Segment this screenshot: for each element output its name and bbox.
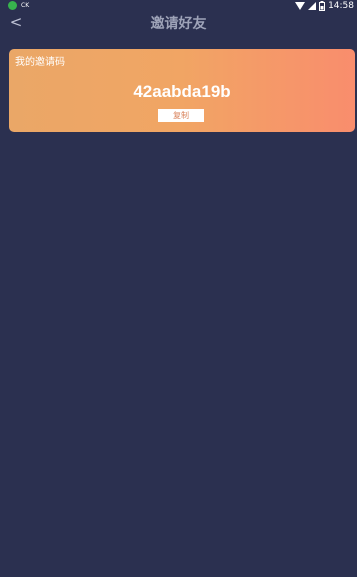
invite-code-card: 我的邀请码 42aabda19b 复制 [9, 49, 355, 132]
wifi-icon [295, 2, 306, 10]
status-right: 14:58 [295, 0, 354, 12]
invite-code-label: 我的邀请码 [15, 57, 65, 68]
status-bar: CK 14:58 [0, 0, 357, 13]
status-left: CK [8, 1, 29, 10]
carrier-label: CK [21, 2, 30, 9]
nav-bar: < 邀请好友 [0, 13, 357, 35]
battery-icon [319, 1, 326, 11]
clock: 14:58 [328, 1, 354, 11]
cell-signal-icon [308, 2, 317, 10]
copy-button[interactable]: 复制 [158, 109, 204, 122]
page-title: 邀请好友 [150, 16, 207, 32]
invite-code-value: 42aabda19b [133, 82, 231, 101]
app-notification-icon [8, 1, 17, 10]
